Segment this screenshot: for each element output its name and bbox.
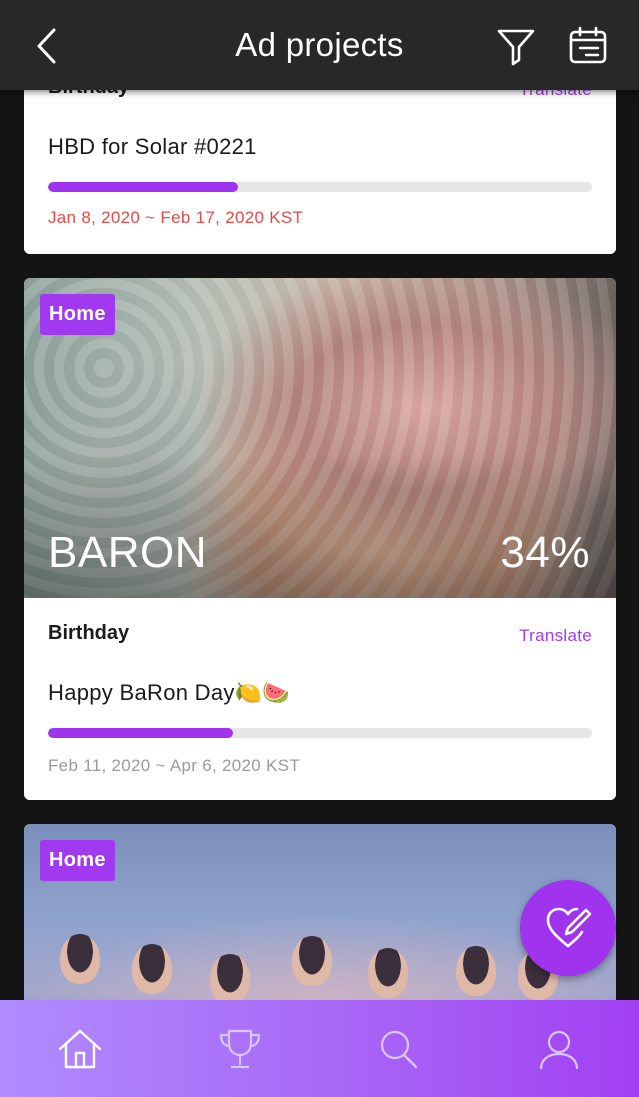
calendar-icon bbox=[569, 26, 607, 64]
member-figure bbox=[368, 948, 408, 998]
funding-percent: 34% bbox=[500, 528, 590, 577]
project-dates: Feb 11, 2020 ~ Apr 6, 2020 KST bbox=[48, 756, 301, 775]
screen: Birthday Translate HBD for Solar #0221 J… bbox=[0, 0, 639, 1097]
project-card[interactable]: Home BARON 34% Birthday Translate Happy … bbox=[24, 278, 616, 800]
filter-icon bbox=[497, 29, 535, 66]
nav-search[interactable] bbox=[320, 1000, 480, 1097]
home-icon bbox=[58, 1029, 102, 1068]
create-project-button[interactable] bbox=[520, 880, 616, 976]
nav-home[interactable] bbox=[0, 1000, 160, 1097]
page-title: Ad projects bbox=[235, 26, 404, 63]
nav-rankings[interactable] bbox=[160, 1000, 320, 1097]
progress-bar bbox=[48, 182, 592, 192]
project-image[interactable]: Home BARON 34% bbox=[24, 278, 616, 598]
filter-button[interactable] bbox=[496, 26, 538, 68]
category-badge: Home bbox=[40, 840, 115, 881]
project-dates: Jan 8, 2020 ~ Feb 17, 2020 KST bbox=[48, 208, 304, 227]
card-category: Birthday bbox=[48, 622, 130, 644]
nav-profile[interactable] bbox=[479, 1000, 639, 1097]
category-badge: Home bbox=[40, 294, 115, 335]
progress-fill bbox=[48, 728, 233, 738]
translate-link[interactable]: Translate bbox=[519, 626, 592, 646]
member-figure bbox=[132, 944, 172, 994]
heart-pen-icon bbox=[546, 907, 592, 948]
search-icon bbox=[381, 1030, 418, 1068]
card-info: Birthday Translate Happy BaRon Day🍋🍉 Feb… bbox=[24, 598, 616, 800]
artist-name: BARON bbox=[48, 528, 207, 577]
top-bar: Ad projects bbox=[0, 0, 639, 90]
project-title: Happy BaRon Day🍋🍉 bbox=[48, 680, 291, 705]
progress-bar bbox=[48, 728, 592, 738]
bottom-nav bbox=[0, 1000, 639, 1097]
trophy-icon bbox=[219, 1029, 260, 1068]
member-figure bbox=[292, 936, 332, 986]
profile-icon bbox=[540, 1030, 579, 1069]
member-figure bbox=[60, 934, 100, 984]
calendar-button[interactable] bbox=[568, 26, 608, 66]
progress-fill bbox=[48, 182, 239, 192]
member-figure bbox=[456, 946, 496, 996]
project-title: HBD for Solar #0221 bbox=[48, 134, 257, 159]
member-figure bbox=[210, 954, 250, 1004]
